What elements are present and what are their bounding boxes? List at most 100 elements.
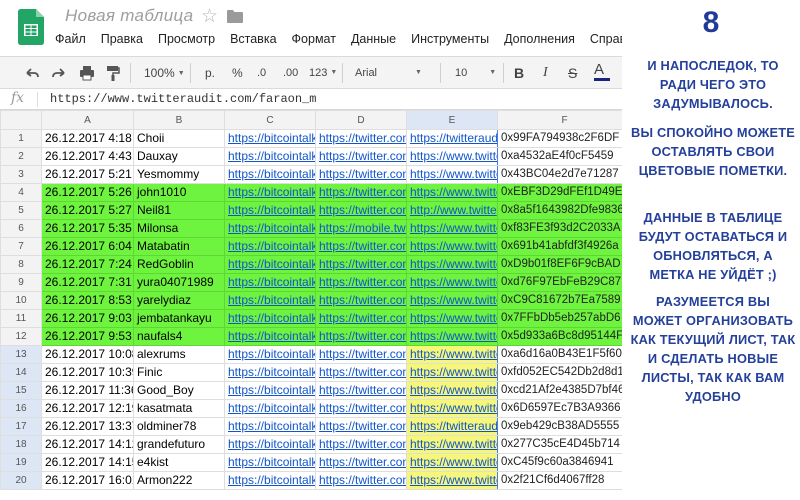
cell-c[interactable]: https://bitcointalk [224, 363, 316, 382]
row-header[interactable]: 20 [0, 471, 42, 490]
font-select[interactable]: Arial ▼ [355, 64, 422, 82]
column-header[interactable]: F [497, 110, 622, 130]
cell-e[interactable]: https://www.twitte [406, 345, 498, 364]
cell-b[interactable]: kasatmata [133, 399, 225, 418]
row-header[interactable]: 7 [0, 237, 42, 256]
cell-a[interactable]: 26.12.2017 12:19 [41, 399, 134, 418]
menu-item[interactable]: Справка [590, 32, 622, 50]
cell-e[interactable]: https://www.twitte [406, 255, 498, 274]
row-header[interactable]: 16 [0, 399, 42, 418]
cell-d[interactable]: https://twitter.con [315, 129, 407, 148]
cell-b[interactable]: naufals4 [133, 327, 225, 346]
decrease-decimal-button[interactable]: .0 [257, 64, 266, 82]
cell-e[interactable]: https://www.twitte [406, 291, 498, 310]
cell-c[interactable]: https://bitcointalk [224, 453, 316, 472]
paint-format-icon[interactable] [106, 64, 120, 82]
column-header[interactable]: E [406, 110, 498, 130]
cell-a[interactable]: 26.12.2017 13:37 [41, 417, 134, 436]
cell-a[interactable]: 26.12.2017 9:03 [41, 309, 134, 328]
row-header[interactable]: 15 [0, 381, 42, 400]
cell-d[interactable]: https://twitter.con [315, 453, 407, 472]
cell-f[interactable]: 0xEBF3D29dFEf1D49E [497, 183, 622, 202]
cell-b[interactable]: Choii [133, 129, 225, 148]
cell-d[interactable]: https://twitter.con [315, 327, 407, 346]
column-header[interactable]: B [133, 110, 225, 130]
formula-input[interactable]: https://www.twitteraudit.com/faraon_m [50, 92, 316, 106]
menu-item[interactable]: Правка [101, 32, 143, 50]
row-header[interactable]: 6 [0, 219, 42, 238]
cell-e[interactable]: https://www.twitte [406, 165, 498, 184]
cell-f[interactable]: 0xd76F97EbFeB29C87 [497, 273, 622, 292]
percent-format-button[interactable]: % [232, 64, 243, 82]
menu-item[interactable]: Дополнения [504, 32, 575, 50]
row-header[interactable]: 8 [0, 255, 42, 274]
cell-e[interactable]: https://www.twitte [406, 363, 498, 382]
cell-a[interactable]: 26.12.2017 10:39 [41, 363, 134, 382]
cell-c[interactable]: https://bitcointalk [224, 327, 316, 346]
cell-f[interactable]: 0x691b41abfdf3f4926a [497, 237, 622, 256]
cell-b[interactable]: Good_Boy [133, 381, 225, 400]
zoom-select[interactable]: 100% ▼ [144, 64, 185, 82]
cell-d[interactable]: https://twitter.con [315, 165, 407, 184]
row-header[interactable]: 10 [0, 291, 42, 310]
cell-d[interactable]: https://twitter.con [315, 255, 407, 274]
more-formats-select[interactable]: 123 ▼ [309, 64, 337, 82]
text-color-button[interactable]: A [594, 61, 610, 81]
cell-f[interactable]: 0x277C35cE4D45b714 [497, 435, 622, 454]
cell-f[interactable]: 0x8a5f1643982Dfe9836 [497, 201, 622, 220]
cell-a[interactable]: 26.12.2017 7:24 [41, 255, 134, 274]
folder-icon[interactable] [227, 10, 243, 23]
row-header[interactable]: 17 [0, 417, 42, 436]
cell-c[interactable]: https://bitcointalk [224, 435, 316, 454]
menu-item[interactable]: Просмотр [158, 32, 215, 50]
cell-a[interactable]: 26.12.2017 6:04 [41, 237, 134, 256]
row-header[interactable]: 9 [0, 273, 42, 292]
cell-b[interactable]: Dauxay [133, 147, 225, 166]
row-header[interactable]: 3 [0, 165, 42, 184]
cell-f[interactable]: 0xfd052EC542Db2d8d1 [497, 363, 622, 382]
cell-f[interactable]: 0xa6d16a0B43E1F5f60 [497, 345, 622, 364]
cell-f[interactable]: 0x7FFbDb5eb257abD6 [497, 309, 622, 328]
cell-b[interactable]: oldminer78 [133, 417, 225, 436]
cell-f[interactable]: 0xf83FE3f93d2C2033A [497, 219, 622, 238]
cell-c[interactable]: https://bitcointalk [224, 291, 316, 310]
cell-f[interactable]: 0x99FA794938c2F6DF [497, 129, 622, 148]
cell-d[interactable]: https://twitter.con [315, 399, 407, 418]
italic-button[interactable]: I [543, 64, 548, 82]
cell-b[interactable]: yarelydiaz [133, 291, 225, 310]
cell-f[interactable]: 0xC45f9c60a3846941 [497, 453, 622, 472]
cell-f[interactable]: 0xC9C81672b7Ea7589 [497, 291, 622, 310]
cell-d[interactable]: https://twitter.con [315, 363, 407, 382]
cell-c[interactable]: https://bitcointalk [224, 255, 316, 274]
redo-icon[interactable] [51, 64, 67, 82]
row-header[interactable]: 5 [0, 201, 42, 220]
row-header[interactable]: 18 [0, 435, 42, 454]
cell-a[interactable]: 26.12.2017 5:26 [41, 183, 134, 202]
cell-e[interactable]: https://www.twitte [406, 399, 498, 418]
cell-b[interactable]: grandefuturo [133, 435, 225, 454]
cell-c[interactable]: https://bitcointalk [224, 129, 316, 148]
cell-b[interactable]: alexrums [133, 345, 225, 364]
menu-item[interactable]: Формат [292, 32, 336, 50]
cell-e[interactable]: https://twitteraudi [406, 129, 498, 148]
cell-f[interactable]: 0x5d933a6Bc8d95144F [497, 327, 622, 346]
cell-c[interactable]: https://bitcointalk [224, 147, 316, 166]
cell-c[interactable]: https://bitcointalk [224, 165, 316, 184]
cell-b[interactable]: e4kist [133, 453, 225, 472]
cell-d[interactable]: https://twitter.con [315, 471, 407, 490]
cell-d[interactable]: https://twitter.con [315, 435, 407, 454]
cell-b[interactable]: Milonsa [133, 219, 225, 238]
cell-f[interactable]: 0x43BC04e2d7e71287 [497, 165, 622, 184]
cell-a[interactable]: 26.12.2017 14:12 [41, 435, 134, 454]
cell-a[interactable]: 26.12.2017 4:18 [41, 129, 134, 148]
cell-c[interactable]: https://bitcointalk [224, 219, 316, 238]
cell-c[interactable]: https://bitcointalk [224, 183, 316, 202]
menu-item[interactable]: Данные [351, 32, 396, 50]
cell-f[interactable]: 0xa4532aE4f0cF5459 [497, 147, 622, 166]
cell-b[interactable]: Neil81 [133, 201, 225, 220]
cell-c[interactable]: https://bitcointalk [224, 345, 316, 364]
cell-e[interactable]: https://www.twitte [406, 147, 498, 166]
select-all-corner[interactable] [0, 110, 42, 130]
cell-c[interactable]: https://bitcointalk [224, 237, 316, 256]
cell-c[interactable]: https://bitcointalk [224, 309, 316, 328]
